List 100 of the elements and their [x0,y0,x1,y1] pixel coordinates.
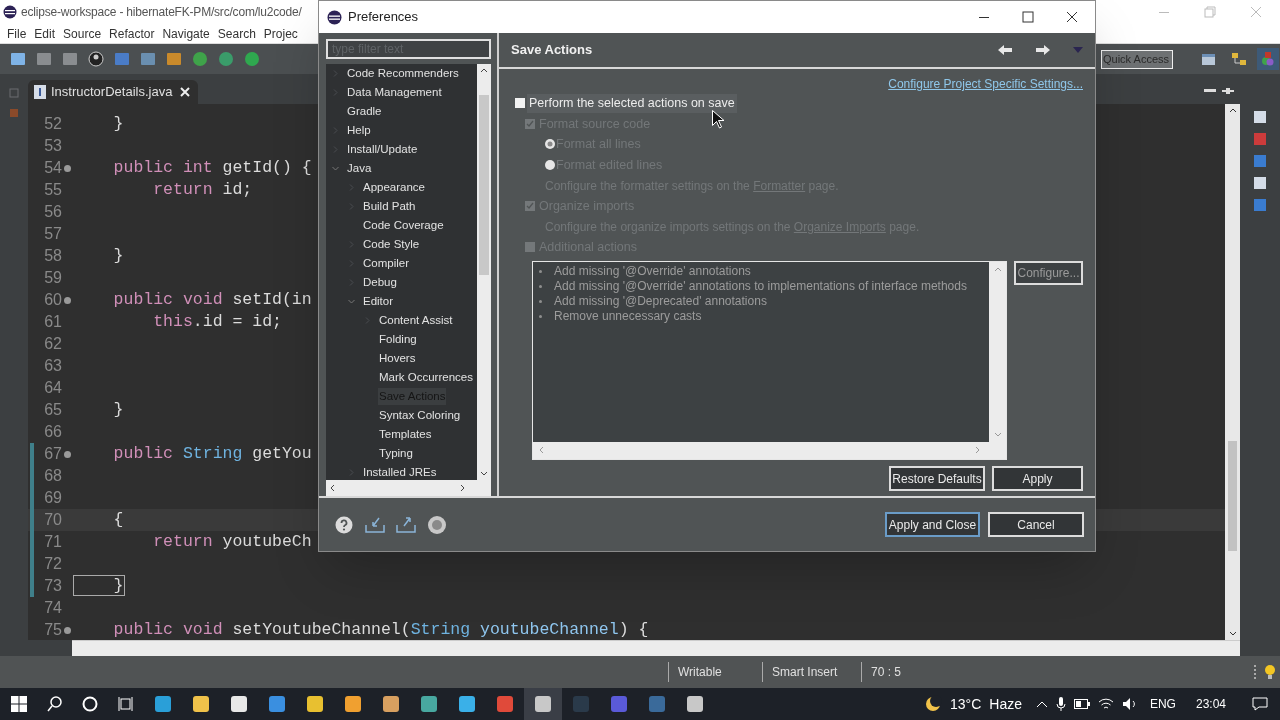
line-number: 61 [43,312,62,332]
app-icon[interactable] [524,688,562,720]
tree-item[interactable]: Content Assist [378,311,454,330]
tree-item[interactable]: Install/Update [346,140,419,159]
menu-item[interactable]: File [7,24,27,43]
export-icon[interactable] [396,515,416,534]
debug-icon[interactable] [218,51,234,67]
line-number: 57 [43,224,62,244]
fold-icon[interactable] [63,296,71,304]
editor-tab[interactable]: InstructorDetails.java [28,80,199,104]
tree-item[interactable]: Build Path [362,197,417,216]
hierarchy-icon[interactable] [1231,51,1247,67]
language-indicator[interactable]: ENG [1149,695,1176,713]
scroll-right-icon[interactable] [460,484,465,492]
wifi-icon[interactable] [1097,697,1114,711]
window-icon[interactable] [1253,110,1267,124]
tree-item[interactable]: Editor [362,292,395,311]
minimize-icon[interactable] [1204,89,1216,93]
scrollbar-thumb[interactable] [1228,441,1237,551]
layout-icon[interactable] [1201,51,1217,67]
menu-item[interactable]: Navigate [162,24,210,43]
tree-item[interactable]: Syntax Coloring [378,406,462,425]
line-number: 62 [43,334,62,354]
tree-item[interactable]: Templates [378,425,433,444]
menu-item[interactable]: Search [217,24,256,43]
battery-icon[interactable] [1073,699,1090,709]
volume-icon[interactable] [1121,697,1138,711]
menu-item[interactable]: Source [63,24,102,43]
list-icon[interactable] [1253,198,1267,212]
apply-and-close-button[interactable]: Apply and Close [885,512,980,537]
list-item-text: Remove unnecessary casts [554,308,702,326]
tree-item[interactable]: Code Recommenders [346,64,460,83]
tree-item[interactable]: Help [346,121,372,140]
tree-item[interactable]: Java [346,159,373,178]
tree-item[interactable]: Appearance [362,178,427,197]
menu-item[interactable]: Projec [263,24,298,43]
scroll-left-icon[interactable] [330,484,335,492]
scroll-up-icon[interactable] [1228,108,1237,113]
vertical-scrollbar[interactable] [477,64,491,480]
document-icon[interactable] [1253,176,1267,190]
microphone-icon[interactable] [1055,696,1066,712]
help-icon[interactable] [335,515,353,534]
moon-icon [924,695,942,713]
person-icon[interactable] [88,51,104,67]
tree-item[interactable]: Typing [378,444,414,463]
record-icon[interactable] [427,514,447,535]
horizontal-scrollbar[interactable] [326,480,491,496]
scrollbar-thumb[interactable] [479,95,489,275]
save-icon[interactable] [36,51,52,67]
code-line: public int getId() { [112,156,312,179]
tree-item[interactable]: Mark Occurrences [378,368,474,387]
tree-item[interactable]: Debug [362,273,398,292]
tree-item[interactable]: Gradle [346,102,383,121]
scroll-up-icon[interactable] [480,68,488,73]
package-icon[interactable] [166,51,182,67]
tree-item[interactable]: Code Coverage [362,216,445,235]
vertical-scrollbar[interactable] [1225,104,1240,640]
menu-item[interactable]: Refactor [109,24,155,43]
scroll-down-icon[interactable] [480,471,488,476]
tasks-icon[interactable] [1253,154,1267,168]
target-icon[interactable] [140,51,156,67]
tree-item[interactable]: Folding [378,330,418,349]
configure-button[interactable]: Configure... [1014,260,1083,285]
refresh-icon[interactable] [192,51,208,67]
tree-item[interactable]: Compiler [362,254,410,273]
maximize-icon[interactable] [1021,11,1035,23]
settings-link[interactable]: Configure Project Specific Settings... [888,75,1083,93]
fold-icon[interactable] [63,450,71,458]
fold-icon[interactable] [63,164,71,172]
run-icon[interactable] [244,51,260,67]
tree-item[interactable]: Data Management [346,83,443,102]
close-icon[interactable] [1065,11,1079,23]
bullet-icon [539,269,542,273]
scroll-down-icon[interactable] [1228,631,1237,636]
tree-item[interactable]: Installed JREs [362,463,438,480]
chevron-up-icon[interactable] [1035,700,1048,708]
status-text: 70 : 5 [870,664,903,681]
cancel-button[interactable]: Cancel [988,512,1084,537]
clock-time[interactable]: 23:04 [1195,695,1226,713]
notification-icon[interactable] [1252,696,1268,712]
outline-icon[interactable] [1253,132,1267,146]
apply-button[interactable]: Apply [992,466,1083,491]
quick-access-field[interactable]: Quick Access [1101,49,1173,69]
save-all-icon[interactable] [62,51,78,67]
java-file-icon [34,85,46,99]
import-icon[interactable] [365,515,385,534]
fold-icon[interactable] [63,626,71,634]
restore-defaults-button[interactable]: Restore Defaults [889,466,985,491]
checkbox-label: Perform the selected actions on save [527,93,737,113]
tree-item[interactable]: Code Style [362,235,421,254]
horizontal-scrollbar[interactable] [72,640,1240,656]
menu-item[interactable]: Edit [34,24,56,43]
checkbox[interactable] [515,98,525,109]
back-arrow-icon[interactable] [997,44,1013,56]
new-file-icon[interactable] [10,51,26,67]
forward-arrow-icon[interactable] [1035,44,1051,56]
perspective-icon[interactable] [1257,48,1279,70]
tree-item[interactable]: Hovers [378,349,417,368]
bullet-icon [539,284,542,288]
line-number: 63 [43,356,62,376]
